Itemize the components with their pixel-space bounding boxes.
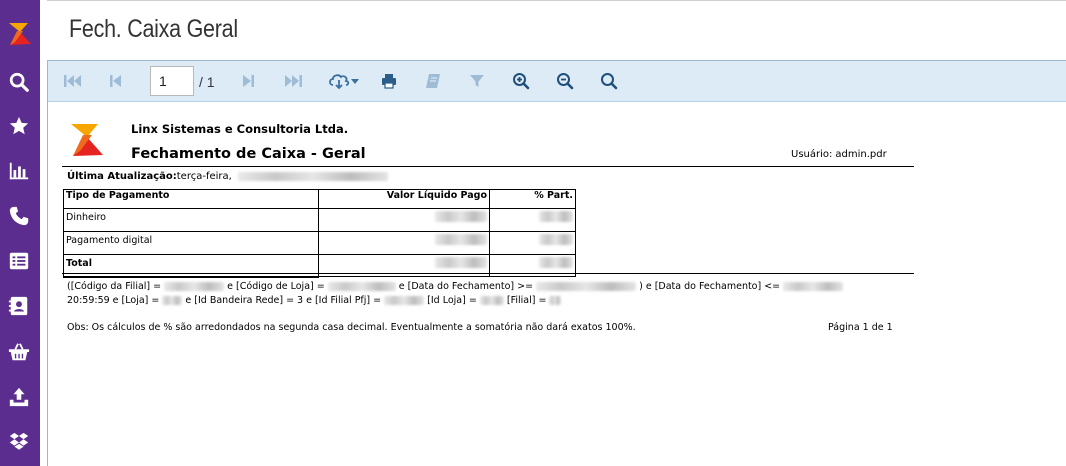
report-title: Fechamento de Caixa - Geral — [131, 146, 366, 162]
last-page-icon[interactable] — [283, 70, 303, 92]
redacted-value — [435, 257, 487, 268]
redacted-value — [164, 282, 225, 291]
basket-icon[interactable] — [5, 339, 33, 365]
header-divider — [62, 166, 914, 167]
col-header-valor: Valor Líquido Pago — [318, 189, 490, 209]
updated-label: Última Atualização: — [67, 171, 177, 182]
row-label: Pagamento digital — [63, 231, 319, 255]
filter-text: e [Data do Fechamento] >= — [398, 281, 534, 292]
export-icon[interactable] — [328, 70, 360, 92]
page-total-label: / 1 — [199, 74, 215, 90]
page-number-label: Página 1 de 1 — [828, 322, 893, 333]
report-viewer: 1 / 1 Linx Sistemas e Consultoria Ltda. … — [47, 60, 1066, 466]
redacted-value — [783, 282, 844, 291]
user-label: Usuário: — [791, 149, 833, 160]
filter-text: ([Código da Filial] = — [67, 281, 162, 292]
observation-note: Obs: Os cálculos de % são arredondados n… — [67, 322, 636, 333]
contact-card-icon[interactable] — [5, 293, 33, 319]
user-value: admin.pdr — [835, 149, 887, 160]
redacted-value — [539, 234, 573, 245]
redacted-value — [435, 211, 487, 222]
book-icon[interactable] — [425, 70, 441, 92]
filter-text: 20:59:59 e [Loja] = — [67, 295, 160, 306]
report-page: Linx Sistemas e Consultoria Ltda. Fecham… — [48, 102, 1066, 466]
table-row: Dinheiro — [63, 208, 576, 232]
next-page-icon[interactable] — [242, 70, 256, 92]
table-divider — [62, 273, 914, 274]
row-value — [318, 231, 490, 255]
payment-table: Tipo de Pagamento Valor Líquido Pago % P… — [63, 189, 576, 278]
user-line: Usuário: admin.pdr — [788, 149, 887, 160]
star-icon[interactable] — [5, 113, 33, 139]
title-bar: Fech. Caixa Geral — [47, 0, 1066, 60]
table-row: Pagamento digital — [63, 231, 576, 255]
linx-logo[interactable] — [6, 20, 34, 48]
col-header-part: % Part. — [489, 189, 576, 209]
row-value — [318, 208, 490, 232]
redacted-value — [238, 171, 389, 181]
redacted-value — [327, 282, 396, 291]
filter-icon[interactable] — [469, 70, 485, 92]
table-header-row: Tipo de Pagamento Valor Líquido Pago % P… — [63, 189, 576, 209]
redacted-value — [384, 296, 425, 305]
filter-text: [Id Loja] = — [427, 295, 477, 306]
last-updated: Última Atualização:terça-feira, — [67, 171, 389, 182]
redacted-value — [435, 234, 487, 245]
list-icon[interactable] — [5, 248, 33, 274]
zoom-out-icon[interactable] — [556, 70, 574, 92]
first-page-icon[interactable] — [63, 70, 83, 92]
app-window: Fech. Caixa Geral 1 / 1 Linx Sistemas e … — [0, 0, 1066, 466]
redacted-value — [162, 296, 183, 305]
bar-chart-icon[interactable] — [5, 158, 33, 184]
page-number-input[interactable]: 1 — [150, 66, 194, 96]
filter-text: e [Id Bandeira Rede] = 3 e [Id Filial Pf… — [185, 295, 382, 306]
redacted-value — [549, 296, 562, 305]
page-title: Fech. Caixa Geral — [69, 15, 238, 43]
prev-page-icon[interactable] — [108, 70, 122, 92]
updated-value: terça-feira, — [176, 171, 232, 182]
filter-text: [Filial] = — [506, 295, 547, 306]
row-label: Dinheiro — [63, 208, 319, 232]
search-icon[interactable] — [5, 69, 33, 95]
upload-icon[interactable] — [5, 384, 33, 410]
report-toolbar: 1 / 1 — [48, 61, 1066, 102]
linx-logo — [67, 120, 107, 160]
zoom-in-icon[interactable] — [512, 70, 530, 92]
col-header-tipo: Tipo de Pagamento — [63, 189, 319, 209]
print-icon[interactable] — [381, 70, 397, 92]
row-percent — [489, 231, 576, 255]
filter-text: ) e [Data do Fechamento] <= — [639, 281, 781, 292]
phone-icon[interactable] — [5, 203, 33, 229]
sidebar — [0, 0, 40, 466]
dropbox-icon[interactable] — [5, 429, 33, 455]
redacted-value — [539, 257, 573, 268]
company-name: Linx Sistemas e Consultoria Ltda. — [131, 122, 349, 136]
filter-text: e [Código de Loja] = — [227, 281, 325, 292]
redacted-value — [479, 296, 504, 305]
filter-description: ([Código da Filial] = e [Código de Loja]… — [67, 280, 897, 308]
row-percent — [489, 208, 576, 232]
search-icon[interactable] — [600, 70, 618, 92]
redacted-value — [536, 282, 637, 291]
redacted-value — [539, 211, 573, 222]
